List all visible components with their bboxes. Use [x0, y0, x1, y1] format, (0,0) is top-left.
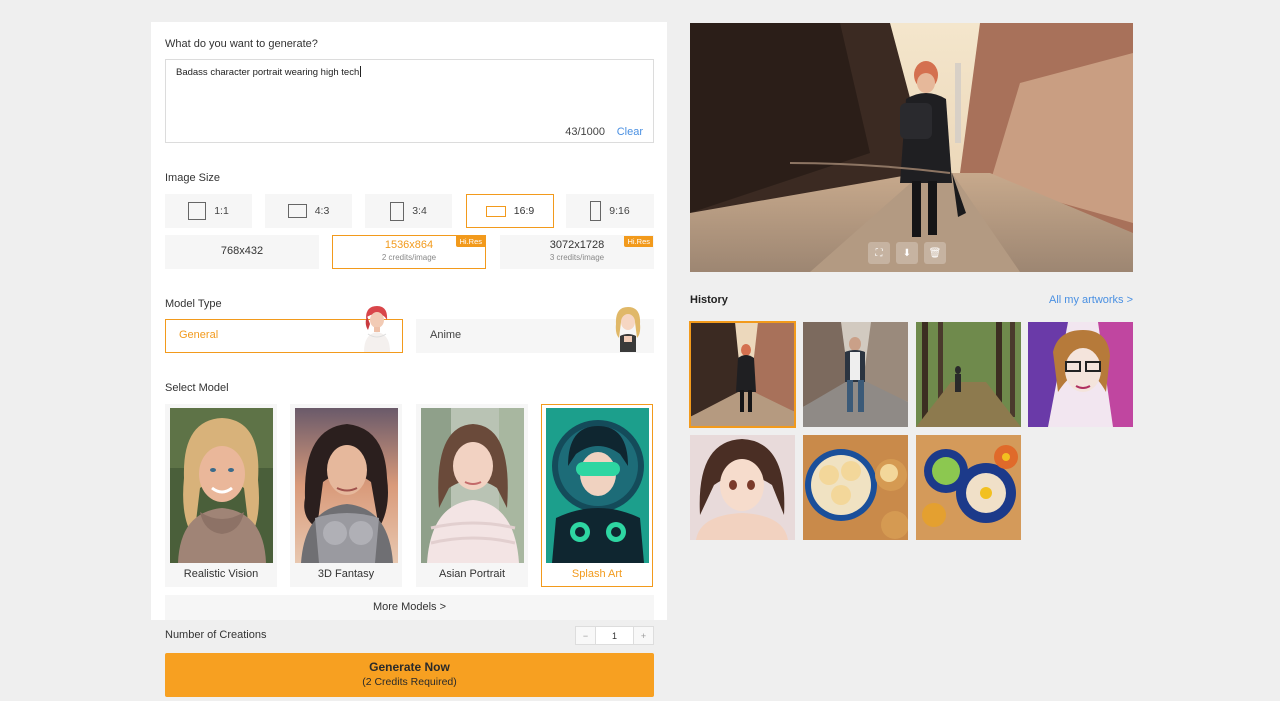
- resolution-size: 768x432: [220, 245, 264, 257]
- history-thumbnail[interactable]: [916, 435, 1021, 540]
- creations-label: Number of Creations: [165, 629, 267, 641]
- history-title: History: [690, 294, 728, 306]
- general-figure-image: [364, 306, 390, 352]
- ratio-option-3-4[interactable]: 3:4: [365, 194, 452, 228]
- increment-button[interactable]: +: [634, 627, 653, 644]
- prompt-textarea[interactable]: Badass character portrait wearing high t…: [165, 59, 654, 143]
- prompt-label: What do you want to generate?: [165, 38, 318, 50]
- history-thumbnail[interactable]: [1028, 322, 1133, 427]
- model-type-label: Model Type: [165, 298, 222, 310]
- history-thumbnail[interactable]: [690, 435, 795, 540]
- ratio-option-9-16[interactable]: 9:16: [566, 194, 654, 228]
- resolution-1536x864[interactable]: 1536x864 2 credits/image Hi.Res: [332, 235, 486, 269]
- model-card-realistic-vision[interactable]: Realistic Vision: [165, 404, 277, 587]
- hires-badge: Hi.Res: [456, 236, 485, 247]
- splash-art-thumbnail: [546, 408, 649, 563]
- ratio-label: 9:16: [609, 205, 630, 217]
- realistic-vision-thumbnail: [170, 408, 273, 563]
- wide-ratio-icon: [485, 205, 506, 217]
- model-type-name: General: [179, 329, 219, 341]
- model-name: Realistic Vision: [183, 568, 259, 580]
- ratio-label: 3:4: [412, 205, 427, 217]
- ratio-option-1-1[interactable]: 1:1: [165, 194, 252, 228]
- anime-figure-image: [615, 307, 641, 352]
- download-icon[interactable]: ⬇: [896, 242, 918, 264]
- preview-toolbar: ⛶ ⬇ 🗑: [868, 242, 946, 264]
- generate-button-subtitle: (2 Credits Required): [362, 676, 457, 688]
- model-type-general[interactable]: General: [165, 306, 403, 353]
- landscape-ratio-icon: [287, 204, 307, 218]
- model-card-splash-art[interactable]: Splash Art: [541, 404, 653, 587]
- model-name: Asian Portrait: [438, 568, 506, 580]
- prompt-char-count: 43/1000: [565, 126, 605, 138]
- image-size-label: Image Size: [165, 172, 221, 184]
- generate-button-title: Generate Now: [369, 660, 450, 674]
- resolution-768x432[interactable]: 768x432: [165, 235, 319, 269]
- asian-portrait-thumbnail: [421, 408, 524, 563]
- 3d-fantasy-thumbnail: [295, 408, 398, 563]
- model-name: 3D Fantasy: [317, 568, 375, 580]
- more-models-button[interactable]: More Models >: [165, 595, 654, 620]
- history-thumbnail[interactable]: [689, 321, 796, 428]
- decrement-button[interactable]: −: [576, 627, 595, 644]
- history-thumbnail[interactable]: [803, 435, 908, 540]
- creations-stepper[interactable]: − 1 +: [575, 626, 654, 645]
- delete-icon[interactable]: 🗑: [924, 242, 946, 264]
- ratio-label: 1:1: [214, 205, 229, 217]
- prompt-text[interactable]: Badass character portrait wearing high t…: [176, 66, 361, 78]
- clear-button[interactable]: Clear: [617, 126, 643, 138]
- model-card-asian-portrait[interactable]: Asian Portrait: [416, 404, 528, 587]
- ratio-label: 16:9: [513, 205, 535, 217]
- creations-count[interactable]: 1: [595, 627, 634, 644]
- history-thumbnail[interactable]: [916, 322, 1021, 427]
- generate-button[interactable]: Generate Now (2 Credits Required): [165, 653, 654, 697]
- model-name: Splash Art: [571, 568, 623, 580]
- ratio-option-4-3[interactable]: 4:3: [265, 194, 352, 228]
- model-type-anime[interactable]: Anime: [416, 307, 654, 353]
- generated-image-preview: ⛶ ⬇ 🗑: [690, 23, 1133, 272]
- resolution-3072x1728[interactable]: 3072x1728 3 credits/image Hi.Res: [500, 235, 654, 269]
- resolution-credits: 2 credits/image: [381, 253, 437, 262]
- history-thumbnail[interactable]: [803, 322, 908, 427]
- model-card-3d-fantasy[interactable]: 3D Fantasy: [290, 404, 402, 587]
- ratio-option-16-9[interactable]: 16:9: [466, 194, 554, 228]
- hires-badge: Hi.Res: [624, 236, 653, 247]
- model-type-name: Anime: [430, 329, 462, 341]
- square-ratio-icon: [188, 202, 207, 220]
- all-artworks-link[interactable]: All my artworks >: [1049, 294, 1133, 306]
- resolution-credits: 3 credits/image: [549, 253, 605, 262]
- select-model-label: Select Model: [165, 382, 229, 394]
- ratio-label: 4:3: [314, 205, 330, 217]
- portrait-ratio-icon: [390, 201, 405, 221]
- tall-ratio-icon: [590, 201, 602, 221]
- fullscreen-icon[interactable]: ⛶: [868, 242, 890, 264]
